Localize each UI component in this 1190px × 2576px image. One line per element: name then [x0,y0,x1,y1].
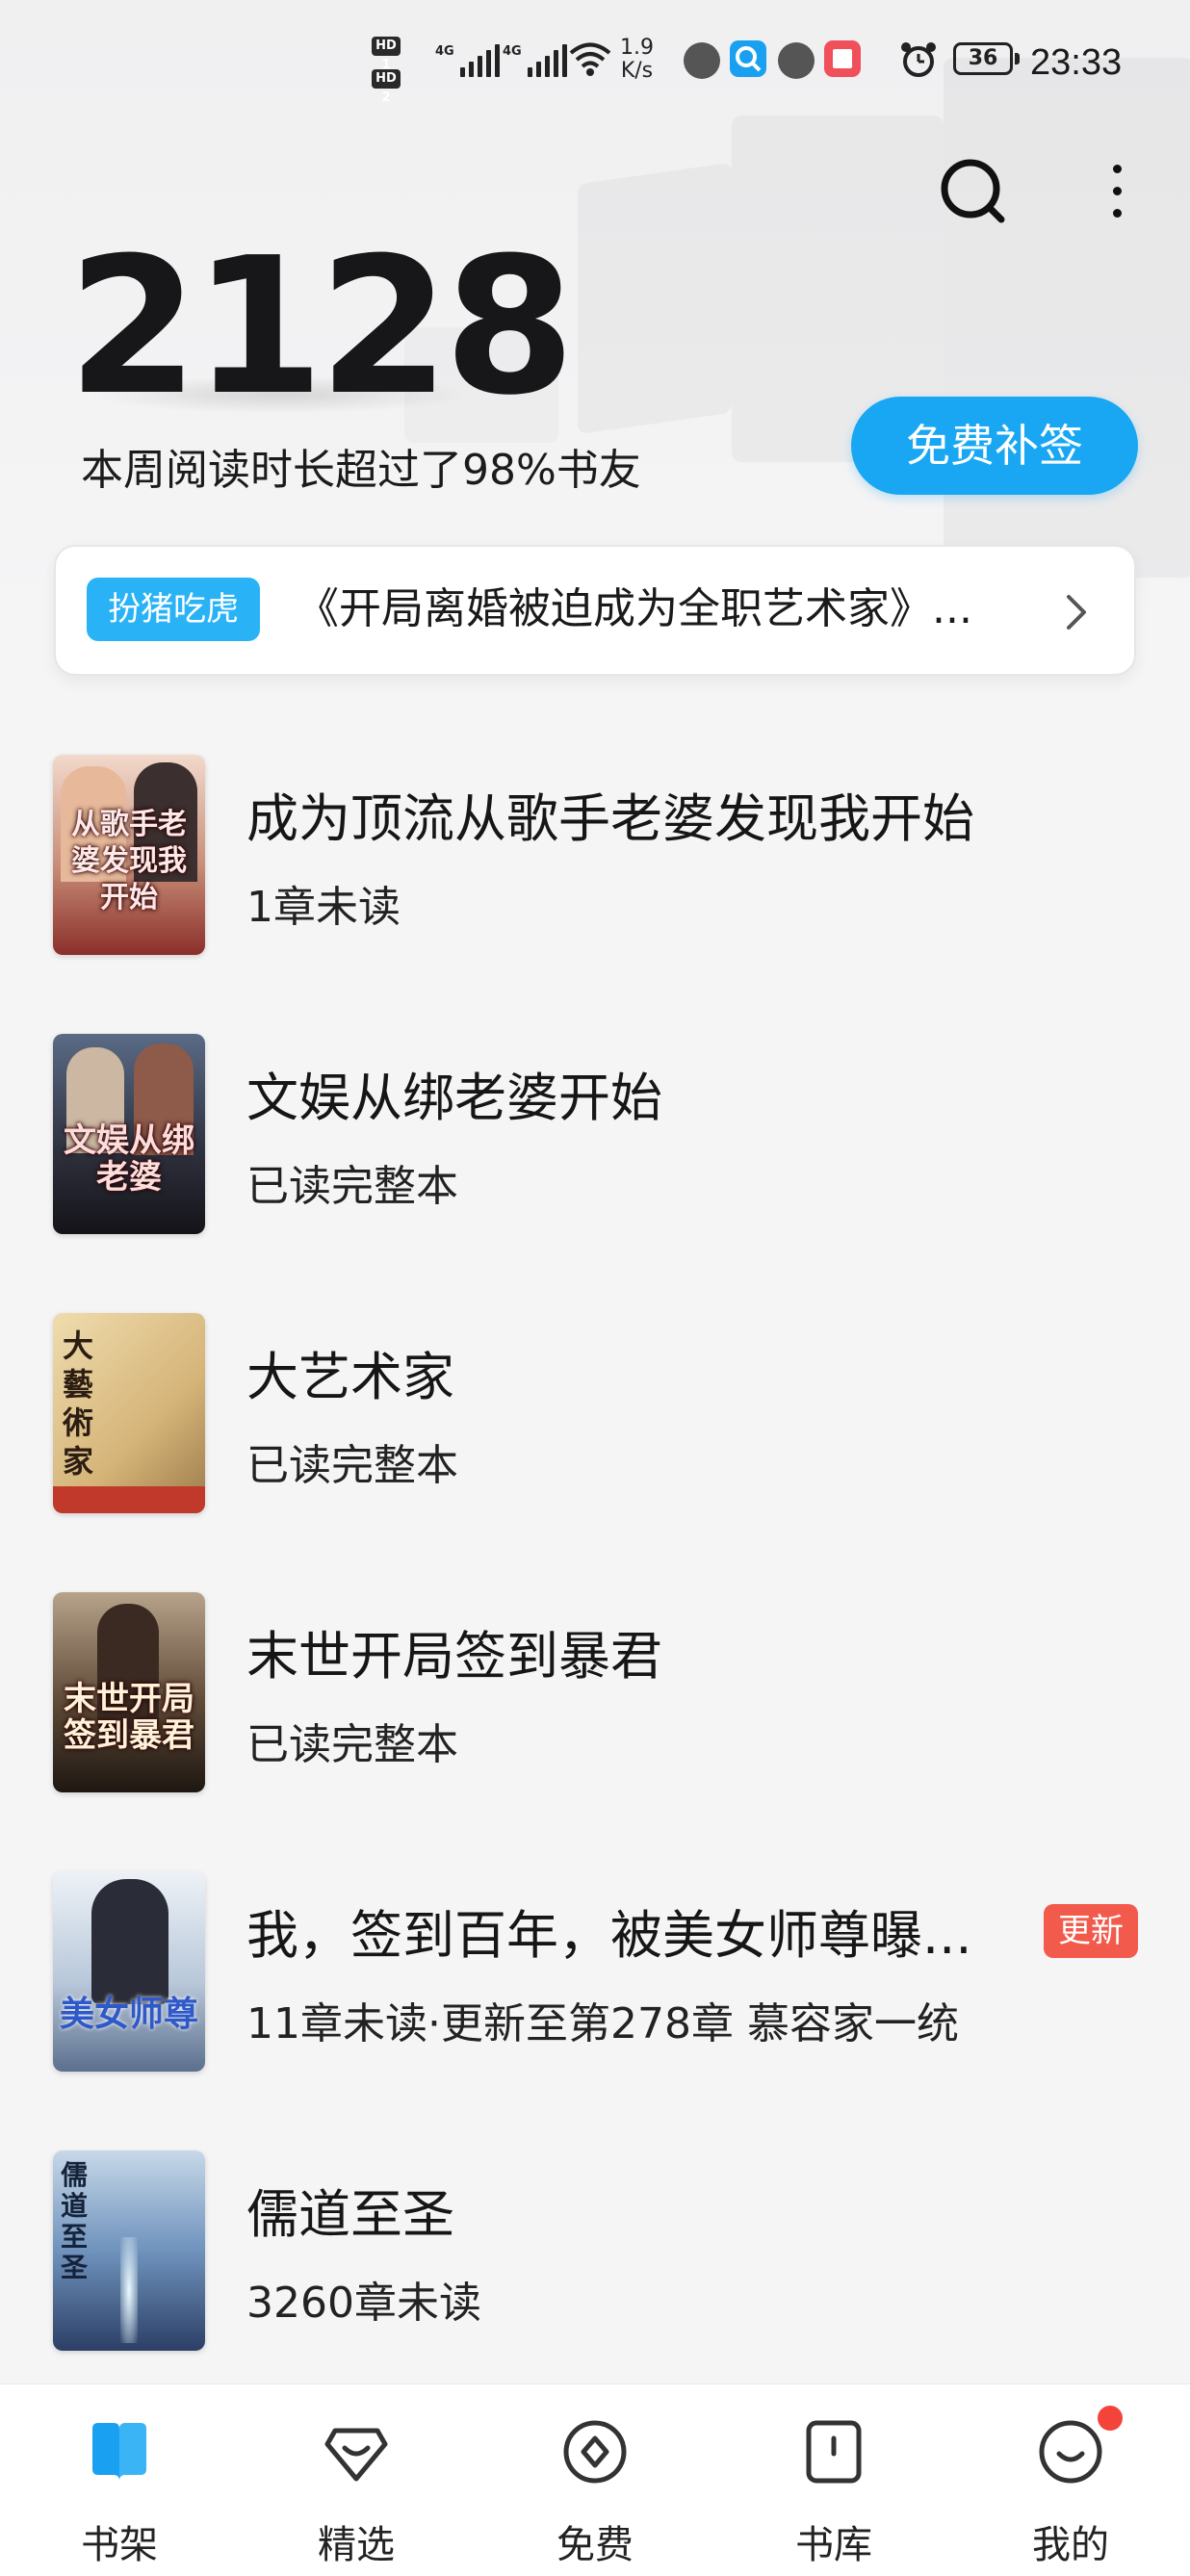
book-title: 我，签到百年，被美女师尊曝... [246,1905,972,1966]
cover-light [120,2237,138,2343]
hd2-badge: HD 2 [372,69,401,105]
cover-title: 儒道至圣 [61,2159,89,2283]
book-title: 末世开局签到暴君 [246,1626,662,1687]
signal-icon [460,42,500,77]
nav-label: 免费 [556,2523,634,2567]
nav-label: 精选 [318,2523,395,2567]
network-type-1: 4G [435,44,454,59]
recommendation-card[interactable]: 扮猪吃虎 《开局离婚被迫成为全职艺术家》... [54,545,1136,676]
hd1-badge: HD 1 [372,37,401,72]
more-dot [1112,164,1122,173]
cover-title: 末世开局签到暴君 [64,1680,194,1755]
book-status: 11章未读·更新至第278章 慕容家一统 [246,1999,959,2048]
book-item[interactable]: 大藝術家 大艺术家 已读完整本 [0,1300,1190,1521]
bookshelf-icon [92,2423,146,2481]
cover-title: 大藝術家 [63,1327,94,1480]
book-title: 儒道至圣 [246,2184,454,2245]
nav-free[interactable]: 免费 [508,2384,682,2576]
search-app-icon [730,40,766,77]
network-speed: 1.9 K/s [620,37,654,83]
nav-library[interactable]: 书库 [747,2384,920,2576]
book-title: 成为顶流从歌手老婆发现我开始 [246,788,974,849]
speed-value: 1.9 [620,36,654,60]
featured-icon [324,2428,388,2482]
cover-figure [91,1879,168,2004]
app-notification-icon [684,42,720,79]
recommendation-tag: 扮猪吃虎 [87,578,260,641]
book-item[interactable]: 儒道至圣 儒道至圣 3260章未读 [0,2137,1190,2358]
book-cover: 文娱从绑老婆 [53,1034,205,1234]
recommendation-title: 《开局离婚被迫成为全职艺术家》... [297,584,972,633]
book-cover: 从歌手老婆发现我开始 [53,755,205,955]
library-icon [806,2420,862,2484]
cover-title: 美女师尊 [59,1995,198,2034]
book-item[interactable]: 从歌手老婆发现我开始 成为顶流从歌手老婆发现我开始 1章未读 [0,741,1190,963]
update-badge: 更新 [1044,1904,1138,1958]
battery-indicator: 36 [953,42,1020,75]
book-cover: 美女师尊 [53,1871,205,2072]
browser-app-icon [778,42,815,79]
network-type-2: 4G [503,44,522,59]
wifi-icon [569,42,611,76]
nav-featured[interactable]: 精选 [270,2384,443,2576]
free-signin-button[interactable]: 免费补签 [851,397,1138,495]
book-cover: 儒道至圣 [53,2151,205,2351]
reader-app-icon [824,40,861,77]
more-menu-button[interactable] [1099,152,1134,229]
nav-profile[interactable]: 我的 [984,2384,1157,2576]
week-reading-text: 本周阅读时长超过了98%书友 [81,446,641,495]
search-button[interactable] [934,152,1011,229]
free-icon [563,2420,627,2484]
cover-band [53,1486,205,1513]
reading-count: 2128 [67,218,576,437]
book-title: 大艺术家 [246,1347,454,1407]
book-cover: 大藝術家 [53,1313,205,1513]
book-item[interactable]: 文娱从绑老婆 文娱从绑老婆开始 已读完整本 [0,1020,1190,1242]
status-bar: HD 1 HD 2 4G 4G 1.9 K/s 36 23:33 [0,35,1190,105]
book-status: 已读完整本 [246,1162,458,1211]
cover-title: 文娱从绑老婆 [64,1121,194,1197]
book-status: 已读完整本 [246,1720,458,1769]
nav-bookshelf[interactable]: 书架 [33,2384,206,2576]
notification-dot [1098,2406,1123,2431]
signal-icon [528,42,567,77]
alarm-icon [901,42,936,77]
book-status: 3260章未读 [246,2279,481,2328]
book-cover: 末世开局签到暴君 [53,1592,205,1792]
nav-label: 书架 [81,2523,158,2567]
nav-label: 书库 [795,2523,872,2567]
book-item[interactable]: 美女师尊 我，签到百年，被美女师尊曝... 更新 11章未读·更新至第278章 … [0,1858,1190,2079]
more-dot [1112,186,1122,195]
book-title: 文娱从绑老婆开始 [246,1068,662,1128]
nav-label: 我的 [1032,2523,1109,2567]
more-dot [1112,208,1122,218]
decorative-shape [944,58,1190,578]
bottom-navigation: 书架 精选 免费 书库 我的 [0,2383,1190,2576]
book-status: 1章未读 [246,883,401,932]
book-status: 已读完整本 [246,1441,458,1490]
cover-title: 从歌手老婆发现我开始 [71,808,187,914]
decorative-shape [578,163,732,434]
speed-unit: K/s [620,59,654,83]
chevron-right-icon [1067,595,1086,630]
profile-icon [1039,2420,1102,2484]
book-item[interactable]: 末世开局签到暴君 末世开局签到暴君 已读完整本 [0,1579,1190,1800]
clock: 23:33 [1030,42,1123,83]
search-icon [941,159,1005,223]
